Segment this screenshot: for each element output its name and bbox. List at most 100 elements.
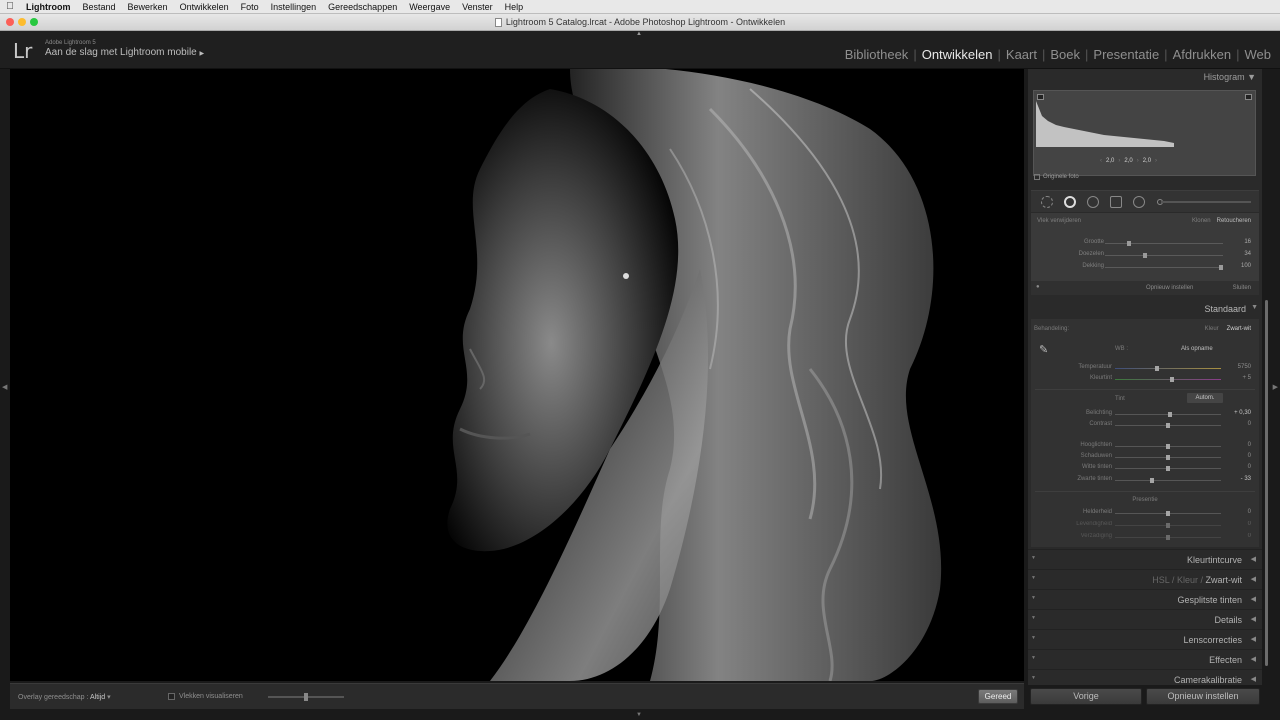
collapse-icon: ◀ <box>1250 636 1256 643</box>
details-panel-header[interactable]: ▼ Details ◀ <box>1028 609 1262 629</box>
basic-panel: Behandeling: Kleur Zwart-wit ✎ WB : Als o… <box>1031 319 1259 547</box>
left-panel-toggle-icon[interactable]: ◀ <box>2 383 7 391</box>
product-name: Adobe Lightroom 5 <box>45 40 96 46</box>
treatment-label: Behandeling: <box>1034 326 1070 332</box>
spot-feather-slider[interactable]: Doezelen 34 <box>1031 251 1259 261</box>
spot-removal-header: Vlek verwijderen <box>1037 218 1082 224</box>
menu-ontwikkelen[interactable]: Ontwikkelen <box>174 2 235 12</box>
window-controls <box>6 18 38 26</box>
menu-weergave[interactable]: Weergave <box>403 2 456 12</box>
viewer-toolbar: Overlay gereedschap : Altijd ▾ Vlekken v… <box>10 683 1024 709</box>
contrast-slider[interactable]: Contrast 0 <box>1031 421 1259 431</box>
visualize-threshold-slider[interactable] <box>268 693 344 701</box>
filmstrip-toggle-icon[interactable]: ▼ <box>636 712 642 718</box>
crop-icon[interactable] <box>1041 196 1053 208</box>
exposure-slider[interactable]: Belichting + 0,30 <box>1031 410 1259 420</box>
top-panel-toggle-icon[interactable]: ▲ <box>636 31 642 37</box>
spot-size-slider[interactable]: Grootte 16 <box>1031 239 1259 249</box>
mobile-tagline[interactable]: Aan de slag met Lightroom mobile ▶ <box>45 47 204 58</box>
panel-toggle-icon[interactable]: ● <box>1036 284 1040 290</box>
graduated-filter-icon[interactable] <box>1110 196 1122 208</box>
spot-reset-button[interactable]: Opnieuw instellen <box>1146 285 1193 291</box>
spot-mode-selector[interactable]: Klonen Retoucheren <box>1192 218 1251 224</box>
tone-curve-panel-header[interactable]: ▼ Kleurtintcurve ◀ <box>1028 549 1262 569</box>
radial-filter-icon[interactable] <box>1133 196 1145 208</box>
right-panel-scrollbar[interactable] <box>1265 300 1268 666</box>
collapse-icon: ◀ <box>1250 576 1256 583</box>
blacks-slider[interactable]: Zwarte tinten - 33 <box>1031 476 1259 486</box>
histogram-header[interactable]: Histogram ▼ <box>1204 72 1256 82</box>
tone-label: Tint <box>1115 396 1125 402</box>
presence-label: Presentie <box>1132 497 1158 503</box>
shadows-slider[interactable]: Schaduwen 0 <box>1031 453 1259 463</box>
collapse-icon: ◀ <box>1250 596 1256 603</box>
previous-button[interactable]: Vorige <box>1030 688 1142 705</box>
module-boek[interactable]: Boek <box>1045 47 1085 62</box>
effects-panel-header[interactable]: ▼ Effecten ◀ <box>1028 649 1262 669</box>
split-toning-panel-header[interactable]: ▼ Gesplitste tinten ◀ <box>1028 589 1262 609</box>
hsl-panel-header[interactable]: ▼ HSL / Kleur / Zwart-wit ◀ <box>1028 569 1262 589</box>
zoom-window-button[interactable] <box>30 18 38 26</box>
saturation-slider[interactable]: Verzadiging 0 <box>1031 533 1259 543</box>
minimize-window-button[interactable] <box>18 18 26 26</box>
wb-label: WB : <box>1115 346 1128 352</box>
spot-opacity-slider[interactable]: Dekking 100 <box>1031 263 1259 273</box>
histogram[interactable]: ‹ 2,0 › 2,0 › 2,0 › <box>1033 90 1256 176</box>
checkbox-icon <box>1034 174 1040 180</box>
tool-strip <box>1031 190 1259 212</box>
tool-slider[interactable] <box>1161 201 1251 203</box>
visualize-spots-toggle[interactable]: Vlekken visualiseren <box>168 693 243 700</box>
dropdown-icon: ▾ <box>107 694 111 701</box>
apple-icon[interactable]:  <box>0 1 20 12</box>
module-kaart[interactable]: Kaart <box>1001 47 1042 62</box>
menu-foto[interactable]: Foto <box>235 2 265 12</box>
window-title: Lightroom 5 Catalog.lrcat - Adobe Photos… <box>505 17 786 27</box>
close-window-button[interactable] <box>6 18 14 26</box>
original-photo-toggle[interactable]: Originele foto <box>1034 174 1079 180</box>
reset-button[interactable]: Opnieuw instellen <box>1146 688 1260 705</box>
lightroom-logo: Lr <box>13 39 33 63</box>
menu-instellingen[interactable]: Instellingen <box>265 2 323 12</box>
module-afdrukken[interactable]: Afdrukken <box>1168 47 1237 62</box>
vibrance-slider[interactable]: Levendigheid 0 <box>1031 521 1259 531</box>
document-icon <box>494 17 502 27</box>
spot-close-button[interactable]: Sluiten <box>1233 285 1251 291</box>
window-titlebar: Lightroom 5 Catalog.lrcat - Adobe Photos… <box>0 14 1280 31</box>
module-ontwikkelen[interactable]: Ontwikkelen <box>917 47 998 62</box>
module-presentatie[interactable]: Presentatie <box>1088 47 1164 62</box>
lens-corrections-panel-header[interactable]: ▼ Lenscorrecties ◀ <box>1028 629 1262 649</box>
collapse-icon: ◀ <box>1250 676 1256 683</box>
checkbox-icon <box>168 693 175 700</box>
treatment-selector[interactable]: Kleur Zwart-wit <box>1205 326 1251 332</box>
shadow-clipping-icon[interactable] <box>1037 94 1044 100</box>
menu-bewerken[interactable]: Bewerken <box>122 2 174 12</box>
menu-help[interactable]: Help <box>499 2 530 12</box>
collapse-icon: ◀ <box>1250 656 1256 663</box>
menu-venster[interactable]: Venster <box>456 2 499 12</box>
spot-removal-footer: ● Opnieuw instellen Sluiten <box>1031 281 1259 295</box>
portrait-photo <box>10 69 1024 681</box>
right-panel-toggle-icon[interactable]: ▶ <box>1273 383 1278 391</box>
redeye-icon[interactable] <box>1087 196 1099 208</box>
camera-calibration-panel-header[interactable]: ▼ Camerakalibratie ◀ <box>1028 669 1262 685</box>
module-bibliotheek[interactable]: Bibliotheek <box>840 47 914 62</box>
highlight-clipping-icon[interactable] <box>1245 94 1252 100</box>
done-button[interactable]: Gereed <box>978 689 1018 704</box>
spot-removal-icon[interactable] <box>1064 196 1076 208</box>
whites-slider[interactable]: Witte tinten 0 <box>1031 464 1259 474</box>
right-panel: Histogram ▼ ‹ 2,0 › 2,0 › 2,0 › Originele fo… <box>1028 69 1262 685</box>
clarity-slider[interactable]: Helderheid 0 <box>1031 509 1259 519</box>
menu-gereedschappen[interactable]: Gereedschappen <box>322 2 403 12</box>
overlay-setting[interactable]: Overlay gereedschap : Altijd ▾ <box>18 693 111 701</box>
wb-selector[interactable]: Als opname <box>1181 346 1213 352</box>
menu-lightroom[interactable]: Lightroom <box>20 2 77 12</box>
module-picker: Bibliotheek | Ontwikkelen | Kaart | Boek | P… <box>840 47 1276 62</box>
temperature-slider[interactable]: Temperatuur 5750 <box>1031 364 1259 374</box>
module-web[interactable]: Web <box>1240 47 1277 62</box>
photo-viewer[interactable] <box>10 69 1024 681</box>
auto-tone-button[interactable]: Autom. <box>1187 393 1223 403</box>
tint-slider[interactable]: Kleurtint + 5 <box>1031 375 1259 385</box>
basic-panel-header[interactable]: Standaard ▼ <box>1028 300 1262 318</box>
highlights-slider[interactable]: Hooglichten 0 <box>1031 442 1259 452</box>
menu-bestand[interactable]: Bestand <box>77 2 122 12</box>
